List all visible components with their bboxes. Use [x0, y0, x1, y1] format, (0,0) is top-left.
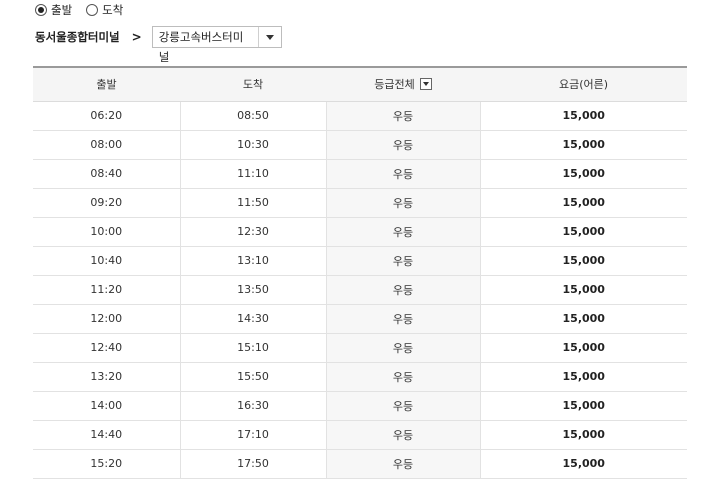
- cell-grade: 우등: [326, 420, 481, 450]
- cell-fare: 15,000: [480, 159, 687, 189]
- table-row[interactable]: 09:20 11:50 우등 15,000: [33, 188, 687, 218]
- cell-arrival: 13:50: [180, 275, 327, 305]
- table-row[interactable]: 11:20 13:50 우등 15,000: [33, 275, 687, 305]
- cell-departure: 15:20: [33, 449, 181, 479]
- destination-value: 강릉고속버스터미널: [153, 27, 259, 64]
- radio-unchecked-icon: [86, 4, 99, 16]
- cell-departure: 11:20: [33, 275, 181, 305]
- table-row[interactable]: 15:20 17:50 우등 15,000: [33, 449, 687, 479]
- cell-departure: 10:00: [33, 217, 181, 247]
- route-arrow: >: [131, 30, 142, 44]
- cell-fare: 15,000: [480, 101, 687, 131]
- cell-departure: 14:40: [33, 420, 181, 450]
- table-row[interactable]: 10:40 13:10 우등 15,000: [33, 246, 687, 276]
- cell-grade: 우등: [326, 217, 481, 247]
- cell-arrival: 10:30: [180, 130, 327, 160]
- cell-grade: 우등: [326, 246, 481, 276]
- table-row[interactable]: 10:00 12:30 우등 15,000: [33, 217, 687, 247]
- cell-grade: 우등: [326, 130, 481, 160]
- timetable: 출발 도착 등급전체 요금(어른) 06:20 08:50 우등 15,000 08:0…: [33, 66, 687, 479]
- cell-arrival: 15:10: [180, 333, 327, 363]
- cell-grade: 우등: [326, 101, 481, 131]
- cell-fare: 15,000: [480, 246, 687, 276]
- radio-arrival-label: 도착: [102, 3, 124, 17]
- cell-grade: 우등: [326, 304, 481, 334]
- cell-departure: 14:00: [33, 391, 181, 421]
- header-grade: 등급전체: [326, 68, 480, 102]
- cell-arrival: 16:30: [180, 391, 327, 421]
- table-row[interactable]: 12:00 14:30 우등 15,000: [33, 304, 687, 334]
- dropdown-button[interactable]: [259, 27, 281, 47]
- cell-grade: 우등: [326, 391, 481, 421]
- cell-grade: 우등: [326, 188, 481, 218]
- table-row[interactable]: 14:40 17:10 우등 15,000: [33, 420, 687, 450]
- table-row[interactable]: 08:40 11:10 우등 15,000: [33, 159, 687, 189]
- chevron-down-icon: [422, 82, 429, 87]
- cell-grade: 우등: [326, 275, 481, 305]
- cell-arrival: 13:10: [180, 246, 327, 276]
- cell-departure: 12:40: [33, 333, 181, 363]
- cell-departure: 06:20: [33, 101, 181, 131]
- destination-select[interactable]: 강릉고속버스터미널: [151, 26, 282, 64]
- table-row[interactable]: 14:00 16:30 우등 15,000: [33, 391, 687, 421]
- header-fare: 요금(어른): [480, 68, 687, 102]
- cell-fare: 15,000: [480, 362, 687, 392]
- cell-fare: 15,000: [480, 420, 687, 450]
- cell-fare: 15,000: [480, 130, 687, 160]
- radio-arrival[interactable]: 도착: [86, 2, 123, 18]
- table-row[interactable]: 06:20 08:50 우등 15,000: [33, 101, 687, 131]
- cell-grade: 우등: [326, 362, 481, 392]
- cell-fare: 15,000: [480, 449, 687, 479]
- cell-arrival: 15:50: [180, 362, 327, 392]
- radio-checked-icon: [35, 4, 47, 16]
- header-departure: 출발: [33, 68, 180, 102]
- cell-fare: 15,000: [480, 333, 687, 363]
- cell-departure: 08:40: [33, 159, 181, 189]
- cell-arrival: 08:50: [180, 101, 327, 131]
- grade-filter-dropdown[interactable]: [419, 78, 432, 91]
- header-arrival: 도착: [180, 68, 326, 102]
- cell-departure: 09:20: [33, 188, 181, 218]
- cell-fare: 15,000: [480, 391, 687, 421]
- cell-fare: 15,000: [480, 304, 687, 334]
- cell-arrival: 17:10: [180, 420, 327, 450]
- radio-departure[interactable]: 출발: [35, 2, 72, 18]
- cell-arrival: 11:10: [180, 159, 327, 189]
- chevron-down-icon: [265, 34, 274, 40]
- cell-fare: 15,000: [480, 275, 687, 305]
- cell-departure: 12:00: [33, 304, 181, 334]
- route-selector: 동서울종합터미널 > 강릉고속버스터미널: [35, 26, 282, 64]
- cell-arrival: 11:50: [180, 188, 327, 218]
- cell-grade: 우등: [326, 159, 481, 189]
- table-row[interactable]: 12:40 15:10 우등 15,000: [33, 333, 687, 363]
- cell-departure: 13:20: [33, 362, 181, 392]
- cell-departure: 08:00: [33, 130, 181, 160]
- origin-terminal: 동서울종합터미널: [35, 30, 120, 44]
- cell-arrival: 14:30: [180, 304, 327, 334]
- cell-grade: 우등: [326, 333, 481, 363]
- table-header-row: 출발 도착 등급전체 요금(어른): [33, 68, 687, 102]
- direction-radio-group: 출발 도착: [35, 3, 137, 17]
- cell-grade: 우등: [326, 449, 481, 479]
- table-row[interactable]: 08:00 10:30 우등 15,000: [33, 130, 687, 160]
- cell-departure: 10:40: [33, 246, 181, 276]
- cell-arrival: 12:30: [180, 217, 327, 247]
- cell-arrival: 17:50: [180, 449, 327, 479]
- radio-departure-label: 출발: [51, 3, 73, 17]
- cell-fare: 15,000: [480, 217, 687, 247]
- table-row[interactable]: 13:20 15:50 우등 15,000: [33, 362, 687, 392]
- header-grade-label: 등급전체: [374, 78, 415, 92]
- cell-fare: 15,000: [480, 188, 687, 218]
